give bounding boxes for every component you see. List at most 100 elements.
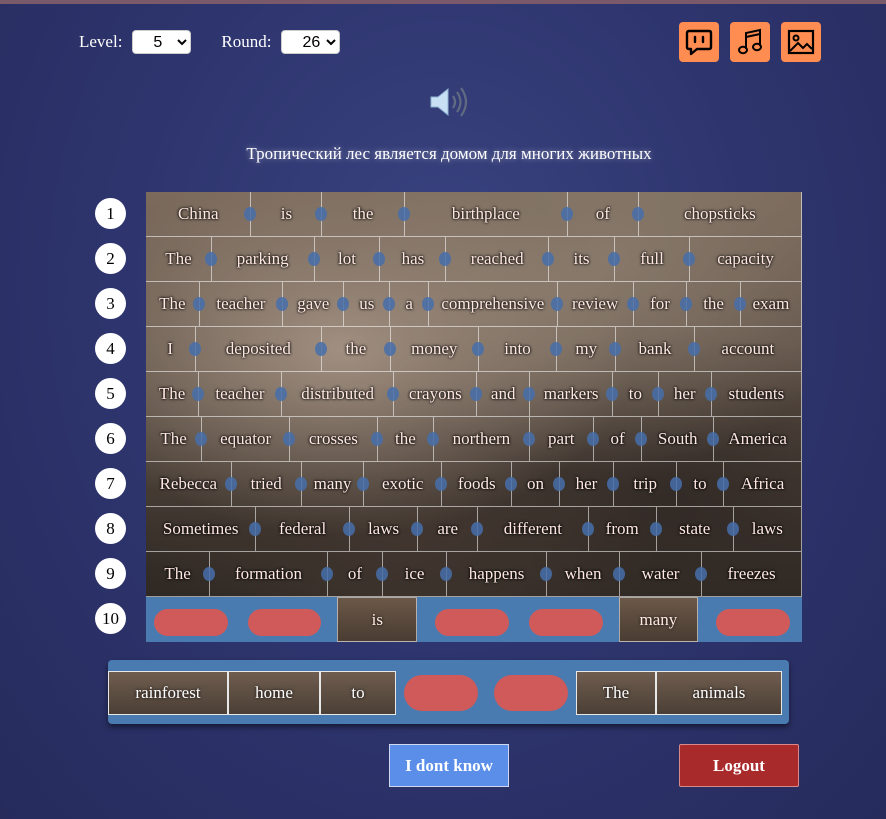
word-piece: reached [446,237,554,282]
row-number: 8 [95,513,126,544]
empty-slot[interactable] [247,609,322,636]
empty-slot[interactable] [154,609,228,636]
word-piece: are [418,507,484,552]
music-button[interactable] [730,22,770,62]
translation-hint-button[interactable] [679,22,719,62]
row-numbers: 1 2 3 4 5 6 7 8 9 10 [95,198,126,648]
word-piece: water [620,552,708,597]
pool-word[interactable]: to [320,671,396,715]
word-piece: is [251,192,328,237]
word-piece: foods [442,462,518,507]
word-piece: to [676,462,730,507]
word-piece: equator [202,417,295,462]
word-piece: exam [740,282,802,327]
game-controls: Level: 5 Round: 26 [79,30,341,54]
pool-word[interactable]: animals [656,671,782,715]
word-piece: different [478,507,594,552]
word-piece: The [146,417,208,462]
round-label: Round: [221,32,272,51]
word-piece: chopsticks [638,192,802,237]
word-piece: South [642,417,720,462]
image-icon [787,29,815,55]
translation-hint: Тропический лес является домом для многи… [246,144,652,163]
music-icon [738,28,762,55]
word-piece: review [557,282,639,327]
completed-row: Ideposited the money into my bank account [146,327,802,372]
empty-slot[interactable] [716,609,790,636]
word-piece: state [656,507,739,552]
row-number: 4 [95,333,126,364]
word-piece: when [547,552,626,597]
placed-word[interactable]: is [337,597,418,642]
word-piece: the [687,282,746,327]
completed-row: The teacher distributed crayons and markers to… [146,372,802,417]
level-select[interactable]: 5 [132,30,192,54]
word-piece: for [633,282,692,327]
word-piece: full [614,237,696,282]
completed-row: The equator crosses the northern part of South A… [146,417,802,462]
dont-know-button[interactable]: I dont know [389,744,509,787]
word-piece: her [658,372,717,417]
word-piece: ice [383,552,453,597]
pool-word[interactable]: rainforest [108,671,228,715]
word-piece: students [711,372,802,417]
word-piece: Rebecca [146,462,237,507]
word-piece: many [301,462,369,507]
word-piece: a [390,282,434,327]
word-piece: its [549,237,620,282]
row-number: 1 [95,198,126,229]
word-piece: distributed [281,372,399,417]
word-piece: part [529,417,599,462]
word-piece: us [344,282,396,327]
word-piece: Sometimes [146,507,262,552]
image-button[interactable] [781,22,821,62]
word-pool: rainforest home to The animals [108,660,789,724]
empty-pool-slot[interactable] [494,675,568,711]
row-number: 5 [95,378,126,409]
pool-word[interactable]: home [228,671,320,715]
word-piece: bank [616,327,701,372]
word-piece: money [390,327,484,372]
word-piece: of [567,192,644,237]
word-piece: trip [614,462,682,507]
word-piece: on [512,462,565,507]
word-piece: teacher [199,282,288,327]
completed-row: The formation of ice happens when water freezes [146,552,802,597]
word-piece: the [322,192,411,237]
word-piece: freezes [702,552,802,597]
row-number: 7 [95,468,126,499]
hint-toolbar [679,22,821,62]
word-piece: The [146,282,205,327]
logout-button[interactable]: Logout [679,744,799,787]
row-number: 10 [95,603,126,634]
empty-pool-slot[interactable] [404,675,478,711]
word-piece: exotic [364,462,448,507]
word-piece: tried [231,462,307,507]
completed-row: The teacher gave us a comprehensive review for t… [146,282,802,327]
word-piece: crosses [290,417,383,462]
word-piece: from [588,507,663,552]
word-piece: The [146,552,216,597]
word-piece: The [146,237,217,282]
round-select[interactable]: 26 [281,30,341,54]
word-piece: I [146,327,200,372]
pool-word[interactable]: The [576,671,656,715]
word-piece: teacher [199,372,287,417]
word-piece: and [477,372,536,417]
word-piece: her [559,462,620,507]
completed-row: The parking lot has reached its full capacity [146,237,802,282]
word-piece: crayons [394,372,482,417]
word-piece: China [146,192,257,237]
word-piece: Africa [724,462,802,507]
word-piece: laws [733,507,802,552]
speaker-icon[interactable] [428,84,470,120]
placed-word[interactable]: many [618,597,699,642]
empty-slot[interactable] [528,609,603,636]
word-piece: to [613,372,664,417]
empty-slot[interactable] [435,609,509,636]
translation-hint-icon [685,29,713,56]
word-piece: into [478,327,563,372]
word-piece: the [377,417,440,462]
word-piece: account [694,327,802,372]
word-piece: has [380,237,452,282]
